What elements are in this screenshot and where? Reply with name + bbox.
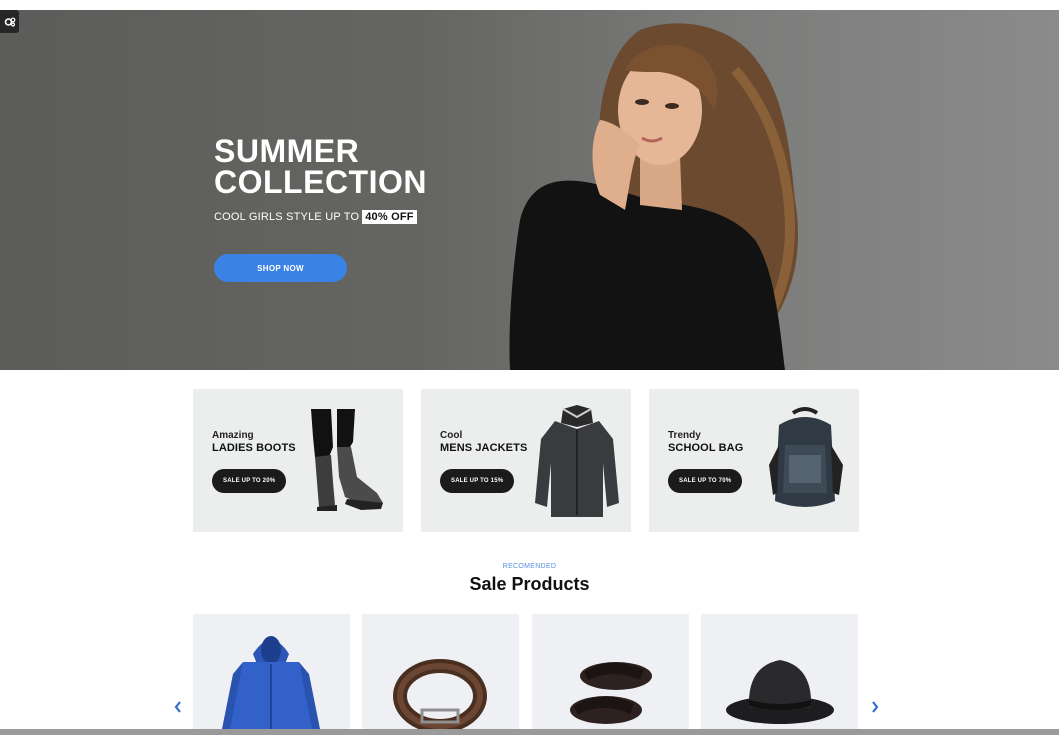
hero-title-line-2: COLLECTION: [214, 164, 427, 200]
promo-card-boots[interactable]: Amazing LADIES BOOTS SALE UP TO 20%: [193, 389, 403, 532]
backpack-image: [769, 407, 843, 507]
hero-subtitle-text: COOL GIRLS STYLE UP TO: [214, 211, 360, 223]
jacket-image: [535, 405, 619, 517]
promo-sale-button[interactable]: SALE UP TO 70%: [668, 469, 743, 493]
hat-image: [726, 660, 834, 724]
product-card-hat[interactable]: [701, 614, 858, 732]
hero-title: SUMMER COLLECTION: [214, 133, 427, 200]
belt-image: [393, 659, 487, 732]
promo-tag: Cool: [440, 430, 463, 441]
promo-tag: Trendy: [668, 430, 701, 441]
chevron-right-icon: [872, 701, 879, 713]
promo-name: MENS JACKETS: [440, 442, 528, 454]
promo-name: SCHOOL BAG: [668, 442, 744, 454]
bottom-strip: [0, 729, 1059, 735]
settings-toggle-button[interactable]: [0, 10, 19, 33]
product-card-hoodie[interactable]: [193, 614, 350, 732]
chevron-left-icon: [174, 701, 181, 713]
section-title: Sale Products: [469, 574, 590, 594]
carousel-next-button[interactable]: [869, 700, 881, 714]
product-card-belt[interactable]: [362, 614, 519, 732]
hero-model-image: [509, 23, 798, 370]
promo-sale-button[interactable]: SALE UP TO 20%: [212, 469, 287, 493]
boots-image: [311, 409, 383, 511]
promo-card-jackets[interactable]: Cool MENS JACKETS SALE UP TO 15%: [421, 389, 631, 532]
promo-tag: Amazing: [212, 430, 254, 441]
promo-sale-button[interactable]: SALE UP TO 15%: [440, 469, 515, 493]
section-kicker: RECOMENDED: [502, 563, 557, 570]
product-card-sandals[interactable]: [532, 614, 689, 732]
carousel-prev-button[interactable]: [172, 700, 184, 714]
hero-banner: SUMMER COLLECTION COOL GIRLS STYLE UP TO…: [0, 10, 1059, 370]
hero-subtitle: COOL GIRLS STYLE UP TO 40% OFF: [214, 210, 417, 224]
hero-title-line-1: SUMMER: [214, 133, 360, 169]
gear-icon: [4, 17, 15, 27]
discount-badge: 40% OFF: [362, 210, 417, 224]
promo-card-bag[interactable]: Trendy SCHOOL BAG SALE UP TO 70%: [649, 389, 859, 532]
hoodie-image: [221, 636, 321, 732]
shop-now-button[interactable]: SHOP NOW: [214, 254, 347, 282]
top-strip: [0, 0, 1059, 10]
sandals-image: [570, 662, 652, 724]
promo-name: LADIES BOOTS: [212, 442, 296, 454]
